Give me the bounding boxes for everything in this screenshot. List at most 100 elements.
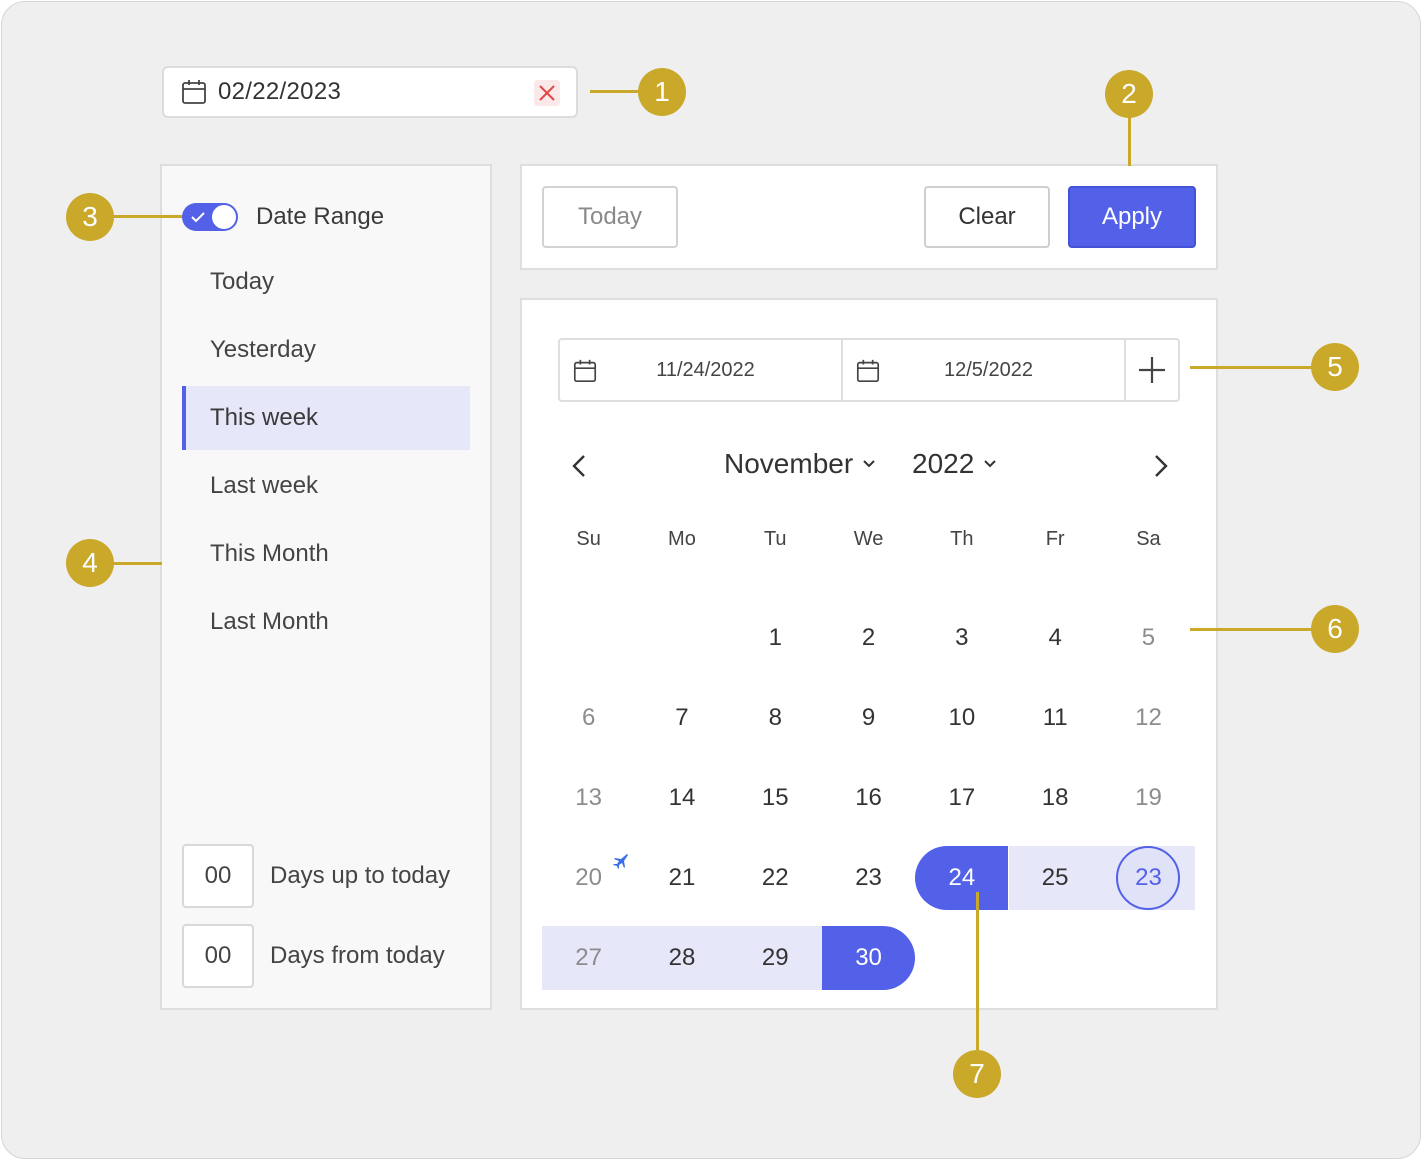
day-cell[interactable]: 18	[1009, 766, 1102, 830]
day-cell[interactable]: 28	[635, 926, 729, 990]
date-input[interactable]: 02/22/2023	[162, 66, 578, 118]
weekday-label: Th	[950, 528, 974, 550]
callout-line	[976, 892, 979, 1052]
add-range-button[interactable]	[1126, 340, 1178, 400]
day-cell[interactable]: 2	[822, 606, 915, 670]
day-number: 19	[1135, 784, 1162, 811]
day-number: 2	[861, 624, 876, 651]
day-cell[interactable]: 29	[728, 926, 822, 990]
day-cell[interactable]: 30	[821, 926, 916, 990]
day-cell[interactable]: 7	[635, 686, 728, 750]
clear-button[interactable]: Clear	[924, 186, 1050, 248]
day-cell[interactable]: 14	[635, 766, 728, 830]
day-cell[interactable]: 21	[635, 846, 728, 910]
day-number: 17	[948, 784, 976, 811]
day-number: 6	[581, 704, 596, 731]
calendar-grid: Su Mo Tu We Th Fr Sa 1 2 3 4 5 6 7 8 9 10 11 12 13 14…	[542, 526, 1198, 990]
days-from-input[interactable]: 00	[182, 924, 254, 988]
day-cell[interactable]: 23	[1101, 846, 1196, 910]
days-up-input[interactable]: 00	[182, 844, 254, 908]
day-cell[interactable]: 23	[822, 846, 915, 910]
weekday-header: Su Mo Tu We Th Fr Sa	[542, 526, 1198, 566]
day-cell[interactable]: 12	[1102, 686, 1195, 750]
day-cell[interactable]: 27	[542, 926, 636, 990]
day-cell[interactable]: 20	[542, 846, 635, 910]
preset-last-week[interactable]: Last week	[182, 454, 470, 518]
today-button[interactable]: Today	[542, 186, 678, 248]
month-select[interactable]: November	[724, 448, 877, 480]
month-navigation: November 2022	[558, 444, 1180, 488]
chevron-down-icon	[984, 460, 997, 468]
day-cell[interactable]: 11	[1009, 686, 1102, 750]
day-number: 13	[575, 784, 602, 811]
day-number: 24	[948, 864, 976, 891]
preset-today[interactable]: Today	[182, 250, 470, 314]
day-number: 29	[761, 944, 789, 971]
weekday-label: Tu	[763, 528, 787, 550]
preset-yesterday[interactable]: Yesterday	[182, 318, 470, 382]
action-bar: Today Clear Apply	[520, 164, 1218, 270]
day-cell[interactable]: 9	[822, 686, 915, 750]
day-cell[interactable]: 6	[542, 686, 635, 750]
day-cell[interactable]: 17	[915, 766, 1008, 830]
date-range-toggle[interactable]	[182, 203, 238, 231]
range-end-field[interactable]: 12/5/2022	[843, 340, 1126, 400]
toggle-knob	[212, 205, 236, 229]
day-number: 18	[1041, 784, 1069, 811]
preset-list: Today Yesterday This week Last week This…	[182, 250, 470, 658]
preset-last-month[interactable]: Last Month	[182, 590, 470, 654]
day-number: 11	[1042, 704, 1068, 731]
day-cell[interactable]: 8	[729, 686, 822, 750]
preset-this-week[interactable]: This week	[182, 386, 470, 450]
day-cell[interactable]: 25	[1008, 846, 1102, 910]
day-cell[interactable]: 1	[729, 606, 822, 670]
preset-this-month[interactable]: This Month	[182, 522, 470, 586]
week-row: 13 14 15 16 17 18 19	[542, 766, 1198, 830]
range-start-field[interactable]: 11/24/2022	[560, 340, 843, 400]
days-up-row: 00 Days up to today	[182, 844, 450, 908]
close-icon[interactable]	[534, 80, 560, 106]
day-number: 14	[668, 784, 696, 811]
chevron-left-icon[interactable]	[566, 452, 594, 480]
week-row: 20 21 22 23 24 25 23	[542, 846, 1198, 910]
range-start-value: 11/24/2022	[656, 358, 755, 381]
weekday-label: Sa	[1136, 528, 1161, 550]
callout-line	[112, 215, 182, 218]
day-number: 27	[575, 944, 602, 971]
day-cell[interactable]: 4	[1009, 606, 1102, 670]
weekday-label: We	[853, 528, 884, 550]
calendar-icon	[573, 359, 597, 383]
day-cell[interactable]: 15	[729, 766, 822, 830]
day-number: 4	[1048, 624, 1062, 651]
days-from-label: Days from today	[270, 942, 445, 969]
canvas: 02/22/2023 Date Range Today Yesterday Th…	[1, 1, 1421, 1159]
preset-sidebar: Date Range Today Yesterday This week Las…	[160, 164, 492, 1010]
day-cell[interactable]: 3	[915, 606, 1008, 670]
days-from-row: 00 Days from today	[182, 924, 445, 988]
day-cell[interactable]: 16	[822, 766, 915, 830]
day-number: 7	[675, 704, 689, 731]
week-row: 6 7 8 9 10 11 12	[542, 686, 1198, 750]
date-input-value: 02/22/2023	[218, 78, 342, 105]
day-cell[interactable]: 10	[915, 686, 1008, 750]
weekday-label: Mo	[668, 528, 696, 550]
day-number: 20	[575, 864, 602, 891]
weekday-label: Fr	[1045, 528, 1065, 550]
callout-line	[1190, 628, 1316, 631]
day-cell[interactable]: 24	[915, 846, 1009, 910]
callout-badge: 1	[638, 68, 686, 116]
day-cell[interactable]: 19	[1102, 766, 1195, 830]
day-cell[interactable]: 5	[1102, 606, 1195, 670]
range-inputs: 11/24/2022 12/5/2022	[558, 338, 1180, 402]
day-number: 23	[855, 864, 882, 891]
apply-button[interactable]: Apply	[1068, 186, 1196, 248]
days-up-label: Days up to today	[270, 862, 451, 889]
date-range-toggle-row: Date Range	[182, 202, 384, 232]
year-select[interactable]: 2022	[912, 448, 998, 480]
chevron-right-icon[interactable]	[1146, 452, 1174, 480]
day-cell[interactable]: 13	[542, 766, 635, 830]
day-cell[interactable]: 22	[729, 846, 822, 910]
callout-badge: 7	[953, 1050, 1001, 1098]
day-number: 10	[948, 704, 976, 731]
day-number: 22	[761, 864, 789, 891]
